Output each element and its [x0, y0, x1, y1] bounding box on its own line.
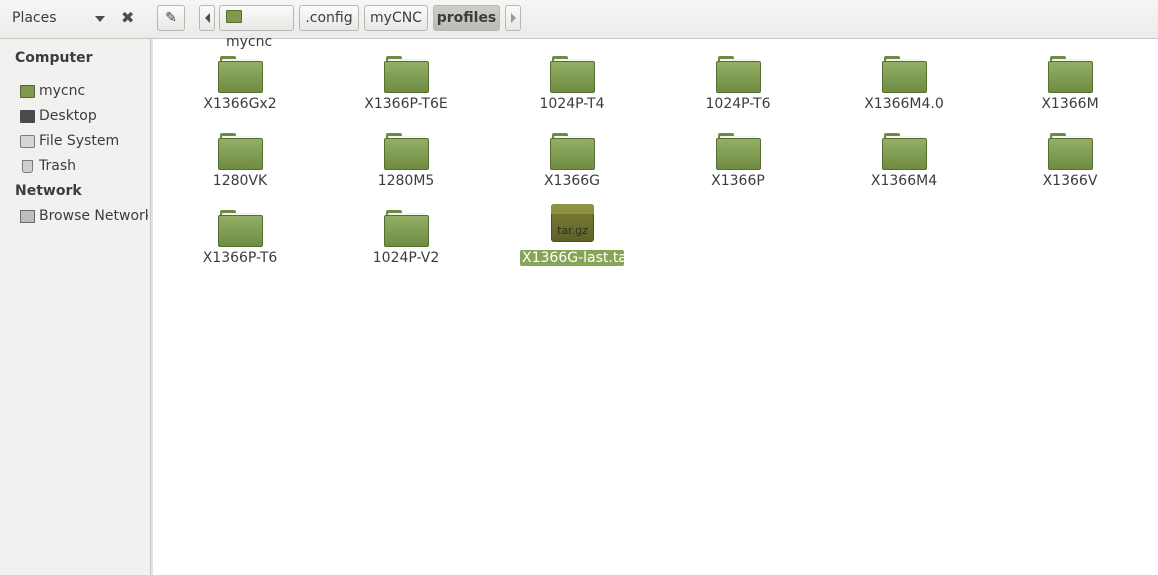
folder-icon	[218, 210, 263, 247]
breadcrumb-config[interactable]: .config	[299, 5, 359, 31]
folder-icon	[550, 56, 595, 93]
folder-icon	[218, 56, 263, 93]
folder-item[interactable]: X1366P-T6	[170, 193, 310, 266]
folder-item[interactable]: X1366Gx2	[170, 39, 310, 112]
folder-icon	[882, 133, 927, 170]
file-name: 1024P-T6	[705, 96, 771, 112]
breadcrumb-label: .config	[305, 10, 353, 26]
file-name: X1366P-T6	[202, 250, 278, 266]
file-view[interactable]: X1366Gx2 X1366P-T6E 1024P-T4 1024P-T6 X1…	[153, 39, 1158, 575]
file-name: X1366G-last.tar.gz	[520, 250, 653, 266]
sidebar-item-label: Desktop	[39, 108, 97, 124]
file-name: 1280M5	[377, 173, 435, 189]
desktop-icon	[20, 110, 35, 123]
breadcrumb-label: myCNC	[370, 10, 422, 26]
sidebar-item-label: Trash	[39, 158, 76, 174]
sidebar-item-trash[interactable]: Trash	[20, 156, 148, 178]
section-network: Network	[15, 183, 82, 199]
file-name: X1366M4	[870, 173, 938, 189]
breadcrumb-profiles[interactable]: profiles	[433, 5, 500, 31]
folder-icon	[218, 133, 263, 170]
network-icon	[20, 210, 35, 223]
archive-item-selected[interactable]: tar.gz X1366G-last.tar.gz	[502, 193, 653, 266]
folder-item[interactable]: X1366G	[502, 116, 642, 189]
sidebar-item-browse-network[interactable]: Browse Network	[20, 206, 148, 228]
breadcrumb-label: profiles	[436, 10, 497, 26]
sidebar-item-desktop[interactable]: Desktop	[20, 106, 148, 128]
drive-icon	[20, 135, 35, 148]
file-name: X1366M	[1041, 96, 1099, 112]
places-label: Places	[12, 10, 57, 26]
arrow-left-icon	[204, 13, 210, 23]
folder-item[interactable]: 1024P-V2	[336, 193, 476, 266]
folder-item[interactable]: 1024P-T4	[502, 39, 642, 112]
archive-extension-label: tar.gz	[557, 224, 588, 237]
trash-icon	[22, 160, 33, 173]
section-computer: Computer	[15, 50, 93, 66]
places-sidebar: Computer mycnc Desktop File System Trash…	[0, 39, 151, 575]
close-sidebar-icon[interactable]: ✖	[121, 8, 134, 27]
folder-item[interactable]: 1280VK	[170, 116, 310, 189]
folder-icon	[384, 56, 429, 93]
folder-item[interactable]: X1366M4	[834, 116, 974, 189]
pencil-icon: ✎	[165, 10, 177, 26]
breadcrumb-scroll-left-button[interactable]	[199, 5, 215, 31]
file-name: X1366V	[1042, 173, 1098, 189]
file-name: X1366G	[543, 173, 601, 189]
home-folder-icon	[226, 10, 242, 23]
toolbar: Places ✖ ✎ mycnc .config myCNC profiles	[0, 0, 1158, 50]
sidebar-item-label: File System	[39, 133, 120, 149]
file-name: X1366P-T6E	[364, 96, 448, 112]
archive-icon: tar.gz	[551, 204, 594, 242]
folder-item[interactable]: 1280M5	[336, 116, 476, 189]
folder-icon	[384, 210, 429, 247]
file-name: 1024P-V2	[372, 250, 440, 266]
folder-item[interactable]: X1366P	[668, 116, 808, 189]
sidebar-item-label: mycnc	[39, 83, 86, 99]
sidebar-item-mycnc[interactable]: mycnc	[20, 81, 148, 103]
file-name: 1024P-T4	[539, 96, 605, 112]
folder-icon	[550, 133, 595, 170]
sidebar-item-file-system[interactable]: File System	[20, 131, 148, 153]
file-name: X1366Gx2	[203, 96, 277, 112]
file-name: X1366P	[711, 173, 765, 189]
folder-item[interactable]: X1366P-T6E	[336, 39, 476, 112]
folder-item[interactable]: X1366M4.0	[834, 39, 974, 112]
folder-icon	[384, 133, 429, 170]
breadcrumb-mycnc[interactable]: mycnc	[219, 5, 294, 50]
file-name: 1280VK	[212, 173, 268, 189]
arrow-right-icon	[510, 13, 516, 23]
folder-icon	[1048, 133, 1093, 170]
folder-icon	[882, 56, 927, 93]
edit-location-button[interactable]: ✎	[157, 5, 185, 31]
folder-item[interactable]: 1024P-T6	[668, 39, 808, 112]
breadcrumb-scroll-right-button[interactable]	[505, 5, 521, 31]
sidebar-item-label: Browse Network	[39, 208, 148, 224]
folder-icon	[716, 133, 761, 170]
breadcrumb-mycnc-app[interactable]: myCNC	[364, 5, 428, 31]
file-name: X1366M4.0	[864, 96, 944, 112]
folder-item[interactable]: X1366M	[1000, 39, 1140, 112]
places-dropdown-icon[interactable]	[95, 16, 105, 22]
folder-icon	[1048, 56, 1093, 93]
folder-icon	[716, 56, 761, 93]
folder-item[interactable]: X1366V	[1000, 116, 1140, 189]
home-folder-icon	[20, 85, 35, 98]
